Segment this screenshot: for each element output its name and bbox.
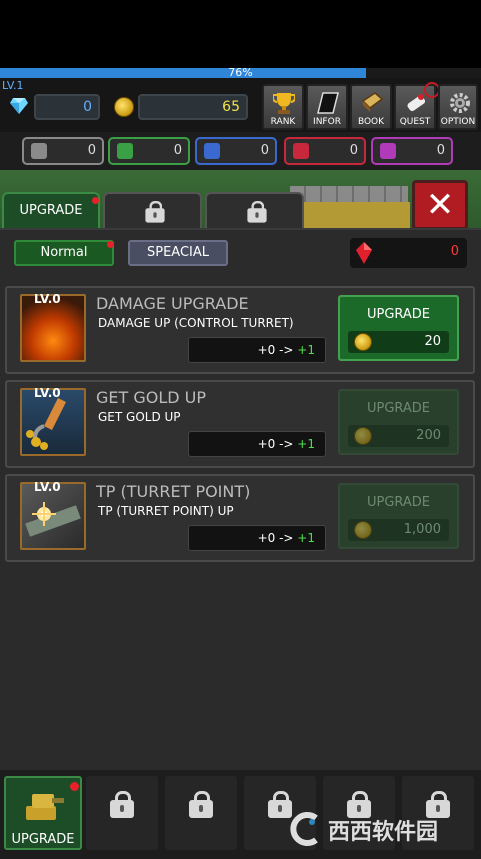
material-count: 0 [436, 143, 445, 158]
upgrade-value: +0 -> +1 [188, 337, 326, 363]
tab-locked-2[interactable] [205, 192, 304, 230]
tab-upgrade-label: UPGRADE [19, 203, 83, 218]
red-material-icon [293, 143, 309, 159]
notification-dot [92, 197, 99, 204]
upgrade-value-from: +0 -> [257, 531, 294, 545]
upgrade-value-to: +1 [297, 531, 315, 545]
quest-button[interactable]: QUEST [394, 82, 440, 130]
trophy-icon [273, 93, 295, 114]
red-gem-counter-box: 0 [350, 238, 467, 268]
nav-locked-2[interactable] [165, 776, 237, 850]
tab-upgrade[interactable]: UPGRADE [2, 192, 100, 230]
normal-mode-button[interactable]: Normal [14, 240, 114, 266]
option-label: OPTION [440, 117, 476, 127]
nav-upgrade-label: UPGRADE [11, 832, 75, 847]
upgrade-button-label: UPGRADE [366, 495, 431, 510]
quest-scroll-icon [407, 94, 426, 112]
upgrade-description: TP (TURRET POINT) UP [98, 504, 234, 518]
nav-locked-1[interactable] [86, 776, 158, 850]
lock-icon [247, 201, 267, 226]
red-gem-icon [356, 242, 372, 264]
upgrade-value-to: +1 [297, 437, 315, 451]
gold-coin-icon [354, 521, 372, 539]
turret-icon [26, 794, 64, 820]
upgrade-price: 200 [416, 428, 441, 443]
material-counter-purple-material: 0 [371, 137, 453, 165]
player-level: LV.1 [2, 79, 24, 92]
book-icon [361, 92, 383, 112]
upgrade-title: DAMAGE UPGRADE [96, 294, 249, 313]
info-button[interactable]: INFOR [306, 84, 348, 130]
upgrade-button[interactable]: UPGRADE 1,000 [338, 483, 459, 549]
material-count: 0 [87, 143, 96, 158]
watermark-text: 西西软件园 [328, 820, 439, 845]
rank-label: RANK [270, 117, 296, 127]
gold-coin-icon [354, 333, 372, 351]
material-count: 0 [349, 143, 358, 158]
upgrade-value-from: +0 -> [257, 343, 294, 357]
material-count: 0 [260, 143, 269, 158]
gem-counter: 0 [34, 94, 100, 120]
diamond-icon [10, 98, 28, 114]
upgrade-value: +0 -> +1 [188, 431, 326, 457]
rank-button[interactable]: RANK [262, 84, 304, 130]
blue-material-icon [204, 143, 220, 159]
upgrade-level: LV.0 [34, 292, 61, 306]
sand-path [300, 202, 410, 230]
upgrade-description: GET GOLD UP [98, 410, 181, 424]
tab-locked-1[interactable] [103, 192, 202, 230]
upgrade-title: GET GOLD UP [96, 388, 207, 407]
gold-coin-icon [354, 427, 372, 445]
material-counter-blue-material: 0 [195, 137, 277, 165]
top-blank-area [0, 0, 481, 68]
watermark-c-icon [290, 812, 318, 846]
notification-dot [107, 241, 114, 248]
upgrade-price: 1,000 [403, 522, 441, 537]
material-counter-red-material: 0 [284, 137, 366, 165]
close-button[interactable]: ✕ [412, 180, 468, 230]
upgrade-button[interactable]: UPGRADE 200 [338, 389, 459, 455]
upgrade-button-label: UPGRADE [366, 307, 431, 322]
quest-label: QUEST [399, 117, 431, 127]
info-label: INFOR [313, 117, 341, 127]
info-card-icon [317, 92, 339, 114]
gray-material-icon [31, 143, 47, 159]
upgrade-value-to: +1 [297, 343, 315, 357]
nav-upgrade[interactable]: UPGRADE [4, 776, 82, 850]
book-button[interactable]: BOOK [350, 84, 392, 130]
notification-dot [70, 782, 79, 791]
lock-icon [145, 201, 165, 226]
red-gem-count: 0 [450, 244, 459, 259]
upgrade-value-from: +0 -> [257, 437, 294, 451]
gold-coin-icon [114, 97, 134, 117]
gold-counter: 65 [138, 94, 248, 120]
book-label: BOOK [357, 117, 385, 127]
material-count: 0 [173, 143, 182, 158]
lock-icon [110, 791, 134, 822]
watermark-logo: 西西软件园 [286, 806, 466, 852]
option-button[interactable]: OPTION [438, 84, 478, 130]
upgrade-level: LV.0 [34, 386, 61, 400]
green-material-icon [117, 143, 133, 159]
upgrade-price: 20 [424, 334, 441, 349]
special-mode-button[interactable]: SPEACIAL [128, 240, 228, 266]
material-counter-gray-material: 0 [22, 137, 104, 165]
gear-icon [450, 93, 470, 113]
lock-icon [189, 791, 213, 822]
upgrade-button-label: UPGRADE [366, 401, 431, 416]
purple-material-icon [380, 143, 396, 159]
upgrade-description: DAMAGE UP (CONTROL TURRET) [98, 316, 294, 330]
upgrade-title: TP (TURRET POINT) [96, 482, 251, 501]
upgrade-level: LV.0 [34, 480, 61, 494]
upgrade-value: +0 -> +1 [188, 525, 326, 551]
upgrade-button[interactable]: UPGRADE 20 [338, 295, 459, 361]
close-icon: ✕ [425, 185, 455, 225]
material-counter-green-material: 0 [108, 137, 190, 165]
